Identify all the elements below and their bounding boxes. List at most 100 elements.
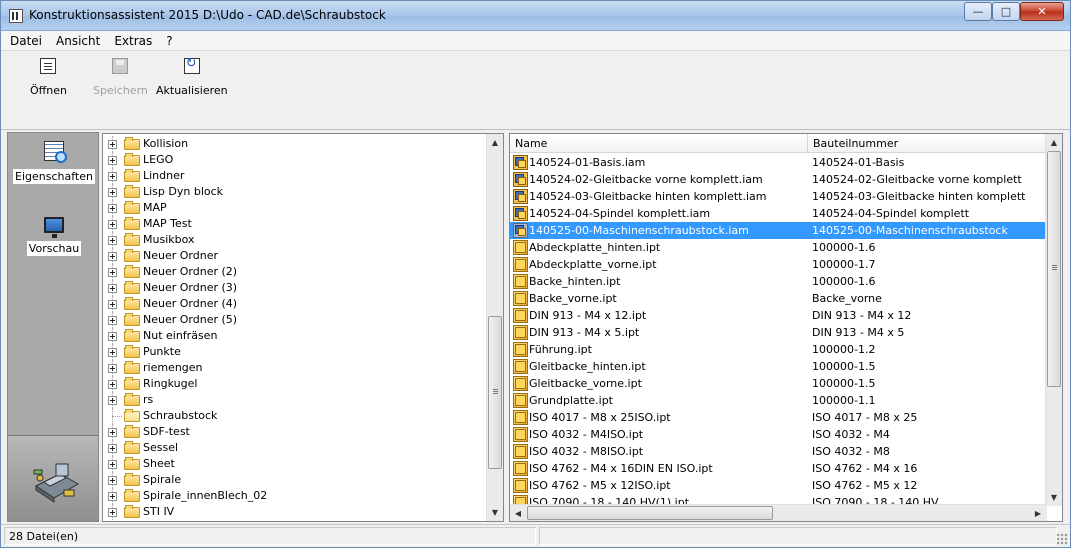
list-scroll-thumb[interactable] — [1047, 151, 1061, 387]
expand-plus-icon[interactable] — [108, 172, 117, 181]
nav-properties[interactable]: Eigenschaften — [8, 141, 100, 184]
expand-plus-icon[interactable] — [108, 492, 117, 501]
tree-item[interactable]: Spirale — [103, 472, 486, 488]
file-row[interactable]: DIN 913 - M4 x 12.ipt DIN 913 - M4 x 12 — [510, 307, 1047, 324]
file-name-cell: 140524-04-Spindel komplett.iam — [529, 207, 711, 220]
nav-preview[interactable]: Vorschau — [8, 217, 100, 256]
tree-item[interactable]: Neuer Ordner (2) — [103, 264, 486, 280]
expand-plus-icon[interactable] — [108, 140, 117, 149]
scroll-up-icon[interactable]: ▲ — [1046, 134, 1062, 151]
list-horizontal-scrollbar[interactable]: ◀ ▶ — [510, 504, 1047, 521]
file-row[interactable]: Abdeckplatte_vorne.ipt 100000-1.7 — [510, 256, 1047, 273]
tree-item[interactable]: Musikbox — [103, 232, 486, 248]
folder-icon — [124, 169, 140, 182]
app-icon[interactable] — [9, 9, 23, 23]
tree-scroll-thumb[interactable] — [488, 316, 502, 469]
expand-plus-icon[interactable] — [108, 364, 117, 373]
expand-plus-icon[interactable] — [108, 268, 117, 277]
file-row[interactable]: ISO 4032 - M8ISO.ipt ISO 4032 - M8 — [510, 443, 1047, 460]
expand-plus-icon[interactable] — [108, 460, 117, 469]
file-row[interactable]: Führung.ipt 100000-1.2 — [510, 341, 1047, 358]
tree-item[interactable]: Neuer Ordner (4) — [103, 296, 486, 312]
list-vertical-scrollbar[interactable]: ▲ ▼ — [1045, 134, 1062, 506]
tree-item[interactable]: Spirale_innenBlech_02 — [103, 488, 486, 504]
file-row[interactable]: 140524-01-Basis.iam 140524-01-Basis — [510, 154, 1047, 171]
list-hscroll-thumb[interactable] — [527, 506, 773, 520]
menu-ansicht[interactable]: Ansicht — [56, 34, 100, 48]
tree-item[interactable]: Sheet — [103, 456, 486, 472]
expand-plus-icon[interactable] — [108, 284, 117, 293]
file-row[interactable]: ISO 4032 - M4ISO.ipt ISO 4032 - M4 — [510, 426, 1047, 443]
expand-plus-icon[interactable] — [108, 300, 117, 309]
tree-item[interactable]: Neuer Ordner — [103, 248, 486, 264]
file-row[interactable]: ISO 4762 - M4 x 16DIN EN ISO.ipt ISO 4762… — [510, 460, 1047, 477]
expand-plus-icon[interactable] — [108, 332, 117, 341]
file-row[interactable]: DIN 913 - M4 x 5.ipt DIN 913 - M4 x 5 — [510, 324, 1047, 341]
scroll-up-icon[interactable]: ▲ — [487, 134, 503, 151]
tree-item[interactable]: LEGO — [103, 152, 486, 168]
save-button[interactable]: Speichern — [93, 58, 148, 97]
expand-plus-icon[interactable] — [108, 156, 117, 165]
tree-item[interactable]: Lindner — [103, 168, 486, 184]
tree-item[interactable]: SDF-test — [103, 424, 486, 440]
tree-item[interactable]: riemengen — [103, 360, 486, 376]
tree-item[interactable]: Sessel — [103, 440, 486, 456]
expand-plus-icon[interactable] — [108, 252, 117, 261]
scroll-down-icon[interactable]: ▼ — [487, 504, 503, 521]
file-row[interactable]: Abdeckplatte_hinten.ipt 100000-1.6 — [510, 239, 1047, 256]
menu-extras[interactable]: Extras — [114, 34, 152, 48]
expand-plus-icon[interactable] — [108, 316, 117, 325]
file-row[interactable]: 140524-03-Gleitbacke hinten komplett.iam… — [510, 188, 1047, 205]
tree-item[interactable]: Kollision — [103, 136, 486, 152]
title-bar[interactable]: Konstruktionsassistent 2015 D:\Udo - CAD… — [1, 1, 1070, 31]
expand-plus-icon[interactable] — [108, 428, 117, 437]
file-row[interactable]: Backe_vorne.ipt Backe_vorne — [510, 290, 1047, 307]
file-row[interactable]: Gleitbacke_vorne.ipt 100000-1.5 — [510, 375, 1047, 392]
expand-plus-icon[interactable] — [108, 220, 117, 229]
resize-grip-icon[interactable] — [1056, 533, 1068, 545]
file-row[interactable]: 140525-00-Maschinenschraubstock.iam 14052… — [510, 222, 1047, 239]
expand-plus-icon[interactable] — [108, 476, 117, 485]
tree-item[interactable]: Neuer Ordner (5) — [103, 312, 486, 328]
expand-plus-icon[interactable] — [108, 380, 117, 389]
menu-help[interactable]: ? — [166, 34, 172, 48]
expand-plus-icon[interactable] — [108, 508, 117, 517]
tree-item[interactable]: Neuer Ordner (3) — [103, 280, 486, 296]
file-row[interactable]: Backe_hinten.ipt 100000-1.6 — [510, 273, 1047, 290]
maximize-button[interactable]: □ — [992, 2, 1020, 21]
scroll-left-icon[interactable]: ◀ — [510, 505, 526, 521]
column-part-number-header[interactable]: Bauteilnummer — [808, 134, 1047, 153]
file-row[interactable]: 140524-02-Gleitbacke vorne komplett.iam 1… — [510, 171, 1047, 188]
tree-item[interactable]: Ringkugel — [103, 376, 486, 392]
file-row[interactable]: 140524-04-Spindel komplett.iam 140524-04-… — [510, 205, 1047, 222]
file-row[interactable]: Gleitbacke_hinten.ipt 100000-1.5 — [510, 358, 1047, 375]
expand-plus-icon[interactable] — [108, 348, 117, 357]
tree-item[interactable]: STI IV — [103, 504, 486, 520]
tree-vertical-scrollbar[interactable]: ▲ ▼ — [486, 134, 503, 521]
column-name-header[interactable]: Name — [510, 134, 808, 153]
expand-plus-icon[interactable] — [108, 236, 117, 245]
menu-datei[interactable]: Datei — [10, 34, 42, 48]
file-row[interactable]: Grundplatte.ipt 100000-1.1 — [510, 392, 1047, 409]
file-row[interactable]: ISO 4762 - M5 x 12ISO.ipt ISO 4762 - M5 x… — [510, 477, 1047, 494]
tree-item[interactable]: MAP — [103, 200, 486, 216]
tree-item[interactable]: Lisp Dyn block — [103, 184, 486, 200]
tree-item[interactable]: rs — [103, 392, 486, 408]
expand-plus-icon[interactable] — [108, 444, 117, 453]
tree-item[interactable]: Punkte — [103, 344, 486, 360]
scroll-down-icon[interactable]: ▼ — [1046, 489, 1062, 506]
minimize-button[interactable]: — — [964, 2, 992, 21]
expand-plus-icon[interactable] — [108, 188, 117, 197]
tree-item[interactable]: Schraubstock — [103, 408, 486, 424]
expand-plus-icon[interactable] — [108, 396, 117, 405]
tree-item[interactable]: Nut einfräsen — [103, 328, 486, 344]
close-button[interactable]: ✕ — [1020, 2, 1064, 21]
folder-icon — [124, 393, 140, 406]
scroll-right-icon[interactable]: ▶ — [1030, 505, 1046, 521]
tree-item[interactable]: MAP Test — [103, 216, 486, 232]
file-name-cell: ISO 4032 - M4ISO.ipt — [529, 428, 644, 441]
open-button[interactable]: Öffnen — [30, 58, 67, 97]
file-row[interactable]: ISO 4017 - M8 x 25ISO.ipt ISO 4017 - M8 x… — [510, 409, 1047, 426]
expand-plus-icon[interactable] — [108, 204, 117, 213]
refresh-button[interactable]: Aktualisieren — [156, 56, 228, 97]
